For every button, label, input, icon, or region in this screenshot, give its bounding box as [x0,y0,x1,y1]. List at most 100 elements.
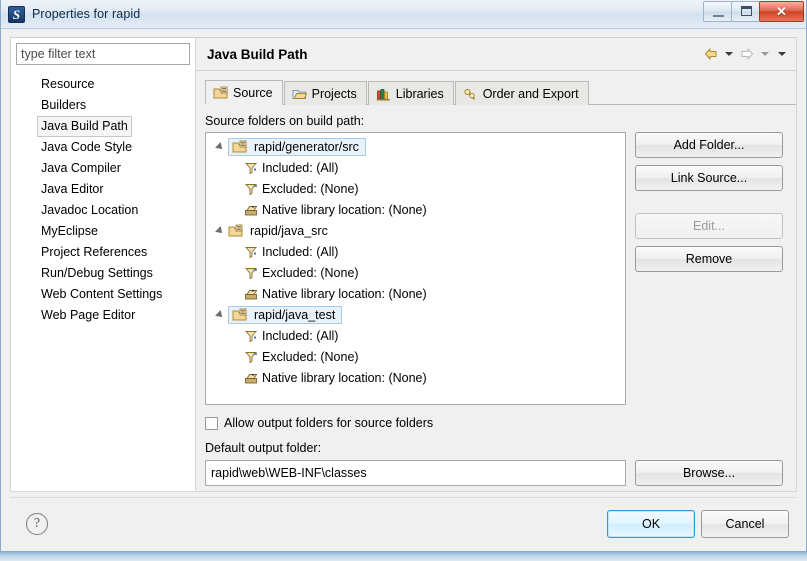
tree-node-selected: rapid/generator/src [228,137,366,156]
expand-twisty-icon[interactable] [212,141,228,152]
source-tab-panel: Source folders on build path: rapid/gene… [205,105,787,486]
native-library-label: Native library location: (None) [262,202,427,217]
maximize-button[interactable] [731,1,760,22]
list-item[interactable]: Java Editor [37,179,190,200]
sidebar-item-java-compiler: Java Compiler [41,161,121,175]
tab-libraries[interactable]: Libraries [367,81,454,105]
close-icon: ✕ [776,4,787,19]
back-arrow-icon[interactable] [703,46,719,62]
default-output-folder-input[interactable] [205,460,626,486]
tab-label: Projects [311,86,357,101]
tab-source[interactable]: Source [205,80,283,105]
table-row[interactable]: rapid/java_test [206,304,625,325]
table-row[interactable]: Native library location: (None) [206,199,625,220]
list-item[interactable]: Web Content Settings [37,284,190,305]
table-row[interactable]: Excluded: (None) [206,178,625,199]
table-row[interactable]: Included: (All) [206,241,625,262]
content-area: Resource Builders Java Build Path Java C… [10,37,797,492]
native-library-icon [244,203,259,217]
source-folders-tree[interactable]: rapid/generator/src Included: (All) Excl… [205,132,626,405]
remove-button[interactable]: Remove [635,246,783,272]
allow-output-folders-row[interactable]: Allow output folders for source folders [205,416,787,430]
tab-projects[interactable]: Projects [283,81,367,105]
expand-twisty-icon[interactable] [212,225,228,236]
settings-page-tree: Resource Builders Java Build Path Java C… [16,74,190,326]
order-export-icon [463,87,478,101]
dialog-footer: ? OK Cancel [10,497,797,550]
list-item[interactable]: Java Build Path [37,116,190,137]
table-row[interactable]: Included: (All) [206,157,625,178]
list-item[interactable]: Javadoc Location [37,200,190,221]
close-button[interactable]: ✕ [759,1,804,22]
list-item[interactable]: Web Page Editor [37,305,190,326]
filter-input[interactable] [16,43,190,65]
list-item[interactable]: Run/Debug Settings [37,263,190,284]
list-item[interactable]: Resource [37,74,190,95]
default-output-folder-row: Browse... [205,460,787,486]
table-row[interactable]: Native library location: (None) [206,283,625,304]
tab-label: Source [233,85,273,100]
native-library-label: Native library location: (None) [262,286,427,301]
table-row[interactable]: Native library location: (None) [206,367,625,388]
back-menu-chevron-down-icon[interactable] [725,52,733,56]
native-library-icon [244,287,259,301]
sidebar-item-run-debug-settings: Run/Debug Settings [41,266,153,280]
window-controls: ✕ [703,1,804,22]
tab-label: Order and Export [482,86,579,101]
native-library-label: Native library location: (None) [262,370,427,385]
list-item[interactable]: MyEclipse [37,221,190,242]
sidebar-item-builders: Builders [41,98,87,112]
ok-button[interactable]: OK [607,510,695,538]
window-title: Properties for rapid [32,7,141,21]
tab-label: Libraries [395,86,444,101]
source-folder-icon [232,308,247,322]
settings-page: Java Build Path Source Projects Librarie… [196,38,796,491]
page-nav-tools [703,46,789,62]
dialog-body: Resource Builders Java Build Path Java C… [1,29,806,497]
source-folder-name: rapid/generator/src [254,139,359,154]
allow-output-folders-checkbox[interactable] [205,416,218,430]
included-filter-icon [244,245,259,259]
excluded-label: Excluded: (None) [262,265,359,280]
allow-output-folders-label: Allow output folders for source folders [224,416,434,430]
view-menu-chevron-down-icon[interactable] [778,52,786,56]
expand-twisty-icon[interactable] [212,309,228,320]
sidebar-item-java-editor: Java Editor [41,182,104,196]
sidebar-item-web-page-editor: Web Page Editor [41,308,136,322]
list-item[interactable]: Project References [37,242,190,263]
minimize-button[interactable] [703,1,732,22]
list-item[interactable]: Java Code Style [37,137,190,158]
list-item[interactable]: Builders [37,95,190,116]
help-icon[interactable]: ? [26,513,48,535]
tab-order-and-export[interactable]: Order and Export [454,81,589,105]
table-row[interactable]: Excluded: (None) [206,346,625,367]
table-row[interactable]: Included: (All) [206,325,625,346]
included-label: Included: (All) [262,160,339,175]
add-folder-button[interactable]: Add Folder... [635,132,783,158]
source-folder-name: rapid/java_src [250,223,328,238]
table-row[interactable]: rapid/generator/src [206,136,625,157]
cancel-button[interactable]: Cancel [701,510,789,538]
tab-bar: Source Projects Libraries Order and Expo… [205,80,796,105]
window-bottom-bevel [0,552,807,561]
restore-icon [741,6,752,16]
list-item[interactable]: Java Compiler [37,158,190,179]
dialog-buttons: OK Cancel [607,510,789,538]
table-row[interactable]: Excluded: (None) [206,262,625,283]
excluded-label: Excluded: (None) [262,181,359,196]
sidebar-item-myeclipse: MyEclipse [41,224,98,238]
link-source-button[interactable]: Link Source... [635,165,783,191]
page-header: Java Build Path [196,38,796,71]
sidebar-item-javadoc-location: Javadoc Location [41,203,139,217]
sidebar-item-web-content-settings: Web Content Settings [41,287,163,301]
excluded-filter-icon [244,266,259,280]
page-title: Java Build Path [207,46,308,62]
table-row[interactable]: rapid/java_src [206,220,625,241]
title-bar: Properties for rapid ✕ [1,0,806,29]
excluded-label: Excluded: (None) [262,349,359,364]
forward-arrow-icon [739,46,755,62]
included-filter-icon [244,161,259,175]
source-folders-label: Source folders on build path: [205,114,365,128]
browse-button[interactable]: Browse... [635,460,783,486]
projects-folder-icon [292,87,307,101]
